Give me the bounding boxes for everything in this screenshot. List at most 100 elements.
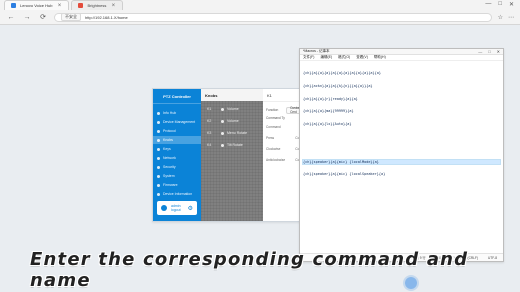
notepad-line: {ch}{a}{a}{lx}{Auto}{a} (303, 121, 352, 126)
sidebar-items: Info Hub Device Management Protocol Knob… (153, 104, 201, 198)
knob-action-icon (221, 131, 224, 135)
sidebar-item-icon (157, 192, 160, 196)
tab-title: Brightness (87, 3, 107, 8)
knob-action-label: Tilt Rotate (227, 143, 243, 147)
sidebar-item-keys[interactable]: Keys (153, 145, 201, 153)
sidebar-item-icon (157, 138, 160, 142)
tab-brightness[interactable]: Brightness × (71, 0, 124, 10)
reload-button[interactable]: ⟳ (38, 12, 48, 22)
sidebar-item-device-information[interactable]: Device Information (153, 190, 201, 198)
notepad-window-controls: — □ ✕ (478, 49, 500, 54)
command-line-key: Command (266, 125, 281, 129)
knob-action-icon (221, 107, 224, 111)
tab-lenovo-voice-hub[interactable]: Lenovo Voice Hub × (4, 0, 70, 10)
sidebar-item-label: Knobs (163, 138, 173, 142)
notepad-title: *Macros - 记事本 (303, 49, 330, 53)
sidebar-title: PTZ Controller (153, 89, 201, 104)
forward-icon: → (23, 13, 31, 21)
knob-action: Tilt Rotate (221, 143, 243, 147)
gear-icon[interactable]: ⚙ (188, 205, 193, 212)
knob-action-label: Volume (227, 107, 239, 111)
notepad-close-icon[interactable]: ✕ (497, 49, 500, 54)
sidebar-item-label: Network (163, 156, 176, 160)
notepad-maximize-icon[interactable]: □ (488, 49, 490, 54)
knob-row-k2[interactable]: K2 Volume (207, 119, 257, 123)
sidebar-item-icon (157, 174, 160, 178)
menu-file[interactable]: 文件(F) (303, 55, 314, 60)
menu-help[interactable]: 帮助(H) (374, 55, 386, 60)
sidebar-item-icon (157, 165, 160, 169)
knob-action: Volume (221, 107, 239, 111)
close-tab-icon[interactable]: × (110, 3, 116, 9)
knob-row-k3[interactable]: K3 Menu Rotate (207, 131, 257, 135)
browser-right-icons: ☆ ⋯ (498, 14, 514, 21)
ptz-controller-app: PTZ Controller Info Hub Device Managemen… (152, 88, 314, 222)
bookmark-icon[interactable]: ☆ (498, 14, 503, 21)
maximize-icon[interactable]: □ (498, 1, 502, 8)
command-line-key: Anticlockwise (266, 158, 286, 162)
sidebar: PTZ Controller Info Hub Device Managemen… (153, 89, 201, 221)
command-type-label: Command Ty (266, 116, 285, 120)
notepad-window: *Macros - 记事本 — □ ✕ 文件(F) 编辑(E) 格式(O) 查看… (299, 48, 504, 262)
knob-id: K4 (207, 143, 212, 147)
tab-title: Lenovo Voice Hub (20, 3, 53, 8)
sidebar-item-label: Device Information (163, 192, 193, 196)
menu-view[interactable]: 查看(V) (356, 55, 368, 60)
sidebar-item-label: Firmware (163, 183, 178, 187)
sidebar-item-device-management[interactable]: Device Management (153, 118, 201, 126)
menu-format[interactable]: 格式(O) (338, 55, 350, 60)
notepad-selected-line: {ch}{speaker}{a}{mic} {localMode}{a} (302, 158, 501, 165)
avatar (161, 205, 167, 211)
sidebar-item-icon (157, 183, 160, 187)
minimize-icon[interactable]: — (485, 1, 491, 8)
notepad-minimize-icon[interactable]: — (478, 49, 482, 54)
menu-more-icon[interactable]: ⋯ (508, 14, 514, 21)
menu-edit[interactable]: 编辑(E) (320, 55, 332, 60)
notepad-line: {ch}{a}{a}{a}{a}{a}{a}{a}{a}{a}{a}{a} (303, 71, 381, 76)
close-tab-icon[interactable]: × (56, 3, 62, 9)
notepad-line: {ch}{a}{a}{r}{ready}{a}{a} (303, 96, 358, 101)
sidebar-item-security[interactable]: Security (153, 163, 201, 171)
notepad-text-area[interactable]: {ch}{a}{a}{a}{a}{a}{a}{a}{a}{a}{a}{a} {c… (300, 61, 503, 253)
function-label: Function (266, 108, 279, 112)
notepad-line: {ch}{speaker}{a}{mic} {localSpeaker}{a} (303, 172, 386, 177)
knob-action: Menu Rotate (221, 131, 247, 135)
sidebar-item-icon (157, 147, 160, 151)
knob-action: Volume (221, 119, 239, 123)
site-favicon-icon (11, 3, 16, 8)
knob-action-icon (221, 143, 224, 147)
back-button[interactable]: ← (6, 12, 16, 22)
tabs-row: Lenovo Voice Hub × Brightness × (0, 0, 520, 10)
command-line-key: Clockwise (266, 147, 281, 151)
command-line-key: Press (266, 136, 275, 140)
sidebar-item-icon (157, 120, 160, 124)
sidebar-item-label: Security (163, 165, 176, 169)
mouse-cursor-icon (405, 277, 417, 289)
knob-action-label: Menu Rotate (227, 131, 248, 135)
knob-row-k4[interactable]: K4 Tilt Rotate (207, 143, 257, 147)
knob-row-k1[interactable]: K1 Volume (207, 107, 257, 111)
user-footer: admin logout ⚙ (157, 201, 197, 215)
browser-top-bar: Lenovo Voice Hub × Brightness × — □ ✕ ← … (0, 0, 520, 25)
notepad-line: {ch}{ackn}{a}{a}{k}{n}{{a}{a}}{a} (303, 84, 373, 89)
sidebar-item-system[interactable]: System (153, 172, 201, 180)
sidebar-item-label: Protocol (163, 129, 176, 133)
back-icon: ← (7, 13, 15, 21)
sidebar-item-firmware[interactable]: Firmware (153, 181, 201, 189)
notepad-line: {ch}{a}{a}{ma}{99999}{a} (303, 109, 354, 114)
user-action[interactable]: logout (171, 208, 181, 212)
url-omnibox[interactable]: 不安全 http://192.168.1.X/home (54, 12, 492, 22)
sidebar-item-label: Keys (163, 147, 171, 151)
window-controls: — □ ✕ (485, 1, 514, 8)
sidebar-item-icon (157, 129, 160, 133)
knob-list: K1 Volume K2 Volume K3 Menu Rotate K4 Ti… (207, 107, 257, 147)
close-window-icon[interactable]: ✕ (509, 1, 514, 8)
user-meta: admin logout (171, 204, 181, 212)
sidebar-item-info-hub[interactable]: Info Hub (153, 109, 201, 117)
sidebar-item-protocol[interactable]: Protocol (153, 127, 201, 135)
sidebar-item-network[interactable]: Network (153, 154, 201, 162)
sidebar-item-icon (157, 111, 160, 115)
sidebar-item-knobs[interactable]: Knobs (153, 136, 201, 144)
knob-id: K2 (207, 119, 212, 123)
forward-button[interactable]: → (22, 12, 32, 22)
